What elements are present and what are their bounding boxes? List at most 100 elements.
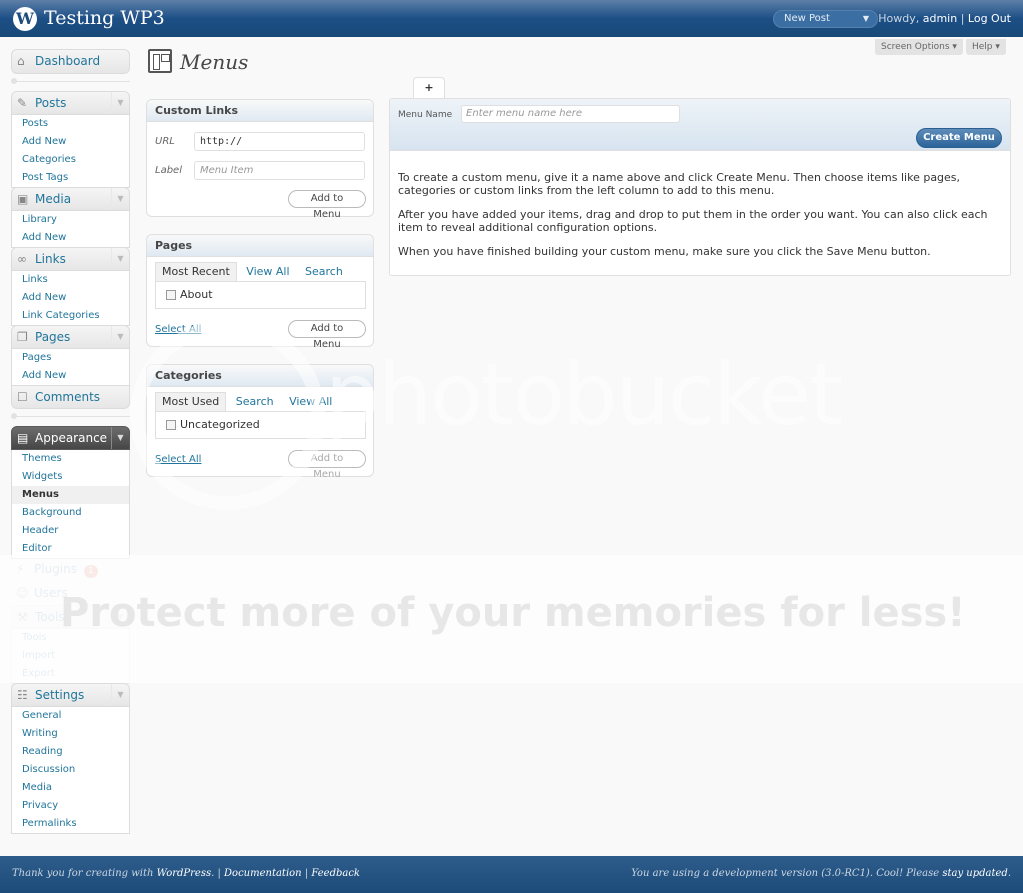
pages-box-title[interactable]: Pages	[147, 235, 373, 257]
submenu-post-tags[interactable]: Post Tags	[12, 169, 129, 187]
pages-submenu: Pages Add New	[11, 349, 130, 386]
submenu-editor[interactable]: Editor	[12, 540, 129, 558]
posts-toggle-icon[interactable]: ▼	[111, 92, 129, 114]
menu-tools-label: Tools	[35, 610, 65, 624]
submenu-add-new-media[interactable]: Add New	[12, 229, 129, 247]
appearance-submenu: Themes Widgets Menus Background Header E…	[11, 450, 130, 559]
link-text-input[interactable]: Menu Item	[194, 161, 365, 180]
header-separator: |	[957, 12, 968, 25]
posts-submenu: Posts Add New Categories Post Tags	[11, 115, 130, 188]
submenu-add-new-link[interactable]: Add New	[12, 289, 129, 307]
page-title: Menus	[180, 50, 249, 74]
submenu-tools[interactable]: Tools	[12, 629, 129, 647]
footer-separator: . |	[211, 868, 225, 879]
tab-view-all[interactable]: View All	[283, 393, 338, 413]
submenu-pages[interactable]: Pages	[12, 349, 129, 367]
menu-posts[interactable]: ✎ Posts ▼	[11, 91, 130, 115]
menu-pages[interactable]: ❐ Pages ▼	[11, 325, 130, 349]
categories-box-title[interactable]: Categories	[147, 365, 373, 387]
site-title[interactable]: Testing WP3	[44, 7, 165, 29]
menu-links-label: Links	[35, 252, 66, 266]
tab-search[interactable]: Search	[299, 263, 349, 283]
submenu-widgets[interactable]: Widgets	[12, 468, 129, 486]
create-menu-button[interactable]: Create Menu	[916, 128, 1002, 148]
page-checkbox[interactable]	[166, 290, 176, 300]
pages-select-all-link[interactable]: Select All	[155, 324, 201, 335]
feedback-link[interactable]: Feedback	[311, 868, 360, 879]
menu-plugins-label: Plugins	[34, 562, 77, 576]
link-text-placeholder: Menu Item	[200, 165, 254, 176]
custom-links-title[interactable]: Custom Links	[147, 100, 373, 122]
menu-plugins[interactable]: ⚡ Plugins 1	[11, 558, 130, 582]
wordpress-link[interactable]: WordPress	[157, 868, 212, 879]
submenu-permalinks[interactable]: Permalinks	[12, 815, 129, 833]
tools-submenu: Tools Import Export	[11, 629, 130, 684]
wordpress-logo-icon[interactable]: W	[13, 7, 37, 31]
menu-media[interactable]: ▣ Media ▼	[11, 187, 130, 211]
tab-view-all[interactable]: View All	[240, 263, 295, 283]
settings-toggle-icon[interactable]: ▼	[111, 684, 129, 706]
tab-search[interactable]: Search	[230, 393, 280, 413]
favorite-actions-dropdown[interactable]: New Post ▼	[773, 10, 878, 28]
menu-appearance[interactable]: ▤ Appearance ▼	[11, 426, 130, 450]
tab-most-used[interactable]: Most Used	[155, 392, 227, 412]
submenu-menus[interactable]: Menus	[12, 486, 129, 504]
menu-settings[interactable]: ☷ Settings ▼	[11, 683, 130, 707]
tab-most-recent[interactable]: Most Recent	[155, 262, 237, 282]
submenu-categories[interactable]: Categories	[12, 151, 129, 169]
category-checkbox[interactable]	[166, 420, 176, 430]
screen-options-button[interactable]: Screen Options ▾	[875, 39, 963, 55]
menu-comments[interactable]: ☐ Comments	[11, 385, 130, 409]
watermark-band	[0, 555, 1023, 683]
add-categories-button[interactable]: Add to Menu	[288, 450, 366, 480]
settings-submenu: General Writing Reading Discussion Media…	[11, 707, 130, 834]
user-info: Howdy, admin | Log Out	[878, 12, 1011, 25]
submenu-discussion[interactable]: Discussion	[12, 761, 129, 779]
submenu-privacy[interactable]: Privacy	[12, 797, 129, 815]
add-custom-link-button[interactable]: Add to Menu	[288, 190, 366, 220]
stay-updated-link[interactable]: stay updated	[942, 868, 1007, 879]
appearance-toggle-icon[interactable]: ▼	[111, 427, 129, 449]
url-label: URL	[155, 136, 175, 147]
menu-users-label: Users	[34, 586, 68, 600]
footer-separator: |	[301, 868, 312, 879]
new-menu-tab[interactable]: +	[413, 77, 445, 99]
tools-toggle-icon[interactable]: ▼	[111, 606, 129, 628]
menu-dashboard[interactable]: ⌂ Dashboard	[11, 49, 130, 74]
chevron-down-icon: ▼	[862, 14, 869, 23]
submenu-background[interactable]: Background	[12, 504, 129, 522]
plugins-update-badge: 1	[83, 565, 98, 578]
links-toggle-icon[interactable]: ▼	[111, 248, 129, 270]
menu-links[interactable]: ∞ Links ▼	[11, 247, 130, 271]
help-button[interactable]: Help ▾	[966, 39, 1006, 55]
submenu-import[interactable]: Import	[12, 647, 129, 665]
submenu-link-categories[interactable]: Link Categories	[12, 307, 129, 325]
url-input[interactable]: http://	[194, 132, 365, 151]
logout-link[interactable]: Log Out	[968, 12, 1011, 25]
menu-separator	[11, 78, 130, 84]
menu-tools[interactable]: ⚒ Tools ▼	[11, 605, 130, 629]
submenu-themes[interactable]: Themes	[12, 450, 129, 468]
submenu-add-new-page[interactable]: Add New	[12, 367, 129, 385]
submenu-add-new-post[interactable]: Add New	[12, 133, 129, 151]
submenu-general[interactable]: General	[12, 707, 129, 725]
documentation-link[interactable]: Documentation	[224, 868, 302, 879]
menu-name-input[interactable]: Enter menu name here	[461, 105, 680, 123]
username-link[interactable]: admin	[923, 12, 957, 25]
submenu-library[interactable]: Library	[12, 211, 129, 229]
submenu-header[interactable]: Header	[12, 522, 129, 540]
submenu-reading[interactable]: Reading	[12, 743, 129, 761]
submenu-writing[interactable]: Writing	[12, 725, 129, 743]
menu-users[interactable]: ☺ Users	[11, 582, 130, 606]
admin-header: W Testing WP3 New Post ▼ Howdy, admin | …	[0, 0, 1023, 37]
submenu-export[interactable]: Export	[12, 665, 129, 683]
footer-thanks: Thank you for creating with	[12, 868, 157, 879]
submenu-media-settings[interactable]: Media	[12, 779, 129, 797]
add-pages-button[interactable]: Add to Menu	[288, 320, 366, 350]
categories-select-all-link[interactable]: Select All	[155, 454, 201, 465]
menu-posts-label: Posts	[35, 96, 67, 110]
submenu-links[interactable]: Links	[12, 271, 129, 289]
media-toggle-icon[interactable]: ▼	[111, 188, 129, 210]
submenu-posts[interactable]: Posts	[12, 115, 129, 133]
pages-toggle-icon[interactable]: ▼	[111, 326, 129, 348]
